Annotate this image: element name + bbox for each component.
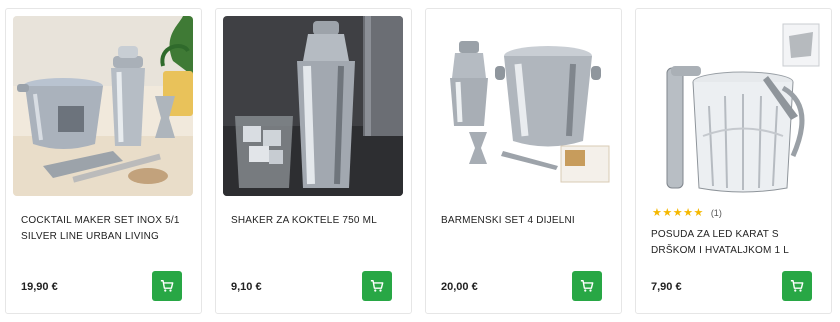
product-title[interactable]: BARMENSKI SET 4 DIJELNI [441,213,613,229]
product-card[interactable]: BARMENSKI SET 4 DIJELNI 20,00 € [425,8,622,314]
star-icon: ★★★★★ [652,207,704,219]
product-card[interactable]: ★★★★★ (1) POSUDA ZA LED KARAT S DRŠKOM I… [635,8,832,314]
product-title[interactable]: SHAKER ZA KOKTELE 750 ML [231,213,403,229]
add-to-cart-button[interactable] [782,271,812,301]
product-image[interactable] [223,16,403,196]
cocktail-set-photo [13,16,193,196]
cart-icon [580,280,594,292]
add-to-cart-button[interactable] [152,271,182,301]
product-price: 19,90 € [21,281,58,293]
product-rating: ★★★★★ (1) [652,206,722,219]
product-price: 7,90 € [651,281,682,293]
bar-set-photo [433,16,613,196]
cart-icon [370,280,384,292]
product-title[interactable]: COCKTAIL MAKER SET INOX 5/1 SILVER LINE … [21,213,193,245]
rating-count: (1) [710,207,722,218]
add-to-cart-button[interactable] [572,271,602,301]
product-price: 9,10 € [231,281,262,293]
product-card[interactable]: COCKTAIL MAKER SET INOX 5/1 SILVER LINE … [5,8,202,314]
product-price: 20,00 € [441,281,478,293]
product-title[interactable]: POSUDA ZA LED KARAT S DRŠKOM I HVATALJKO… [651,227,823,259]
cart-icon [790,280,804,292]
product-image[interactable] [643,16,823,196]
shaker-photo [223,16,403,196]
product-grid: COCKTAIL MAKER SET INOX 5/1 SILVER LINE … [0,0,840,322]
product-image[interactable] [13,16,193,196]
cart-icon [160,280,174,292]
ice-bucket-photo [643,16,823,196]
add-to-cart-button[interactable] [362,271,392,301]
product-card[interactable]: SHAKER ZA KOKTELE 750 ML 9,10 € [215,8,412,314]
product-image[interactable] [433,16,613,196]
